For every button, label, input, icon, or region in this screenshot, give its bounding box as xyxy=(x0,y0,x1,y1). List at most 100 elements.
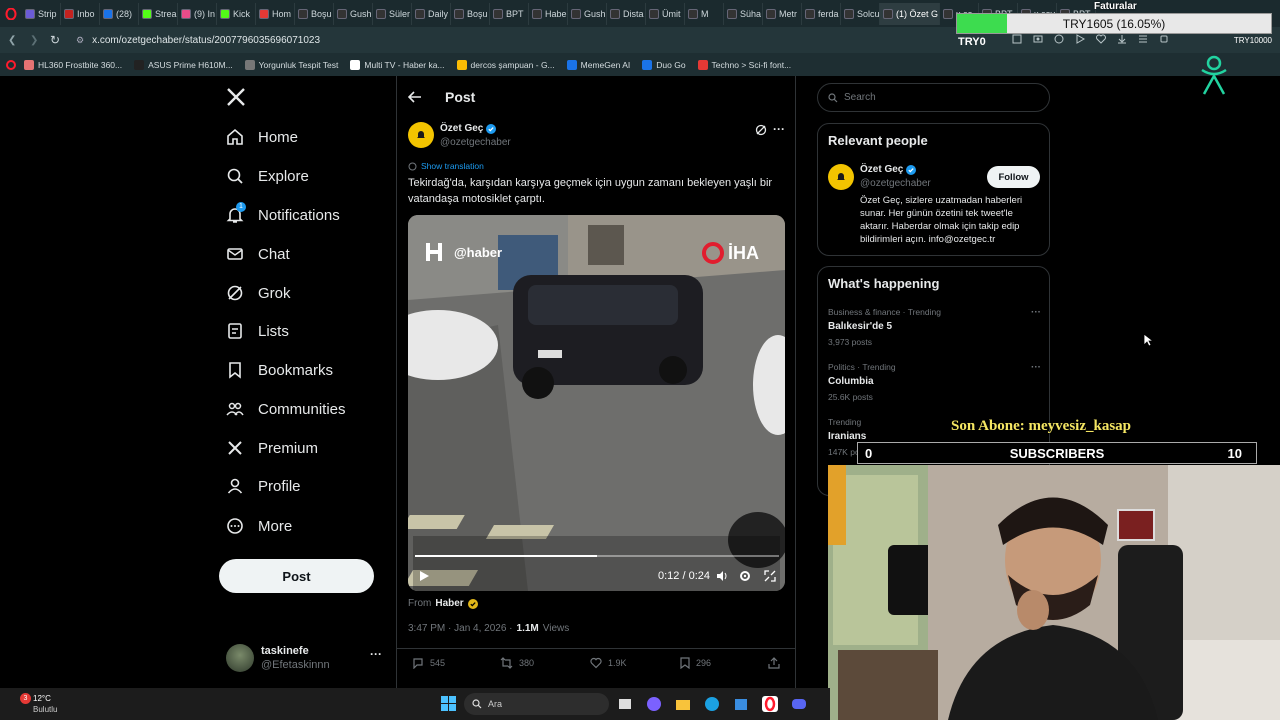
x-logo-icon[interactable] xyxy=(226,87,246,107)
nav-item-notifications[interactable]: 1 Notifications xyxy=(226,200,340,230)
browser-tab[interactable]: Strea xyxy=(139,2,178,25)
browser-tab[interactable]: Metr xyxy=(763,2,802,25)
start-windows-icon[interactable] xyxy=(441,696,456,711)
task-view-icon[interactable] xyxy=(617,696,633,712)
back-arrow-icon[interactable] xyxy=(408,90,422,104)
reply-action[interactable]: 545 xyxy=(412,657,445,669)
browser-tab[interactable]: Daily xyxy=(412,2,451,25)
edge-icon[interactable] xyxy=(704,696,720,712)
tweet-timestamp[interactable]: 3:47 PM · Jan 4, 2026 · xyxy=(408,623,513,634)
copilot-icon[interactable] xyxy=(646,696,662,712)
sub-label: SUBSCRIBERS xyxy=(1009,446,1105,461)
video-progress-track[interactable] xyxy=(415,555,779,557)
browser-tab[interactable]: Strip xyxy=(22,2,61,25)
browser-tab[interactable]: ferda xyxy=(802,2,841,25)
bookmark-item[interactable]: ASUS Prime H610M... xyxy=(128,59,239,70)
play-button-icon[interactable] xyxy=(418,570,430,582)
tweet-author-avatar[interactable] xyxy=(408,122,434,148)
browser-tab[interactable]: Gush xyxy=(568,2,607,25)
nav-item-more[interactable]: More xyxy=(226,511,292,541)
opera-taskbar-icon[interactable] xyxy=(762,696,778,712)
bookmark-item[interactable]: Duo Go xyxy=(636,59,691,70)
trend-more-icon[interactable]: ··· xyxy=(1031,307,1041,318)
trend-item[interactable]: Politics · Trending Columbia 25.6K posts ··… xyxy=(828,362,1043,407)
nav-item-chat[interactable]: Chat xyxy=(226,239,290,269)
show-translation[interactable]: Show translation xyxy=(408,161,484,171)
trend-item[interactable]: Business & finance · Trending Balıkesir'd… xyxy=(828,307,1043,352)
browser-tab[interactable]: Habe xyxy=(529,2,568,25)
bookmark-item[interactable]: HL360 Frostbite 360... xyxy=(18,59,128,70)
repost-action[interactable]: 380 xyxy=(500,657,534,669)
nav-item-bookmarks[interactable]: Bookmarks xyxy=(226,355,333,385)
person-name[interactable]: Özet Geç xyxy=(860,164,917,175)
nav-label: Communities xyxy=(258,400,346,418)
browser-tab[interactable]: Boşu xyxy=(451,2,490,25)
post-button[interactable]: Post xyxy=(219,559,374,593)
follow-button[interactable]: Follow xyxy=(987,166,1040,188)
nav-item-lists[interactable]: Lists xyxy=(226,316,289,346)
last-subscriber-text: Son Abone: meyvesiz_kasap xyxy=(951,418,1132,434)
back-icon[interactable]: ❮ xyxy=(8,35,16,46)
discord-icon[interactable] xyxy=(791,696,807,712)
tab-favicon-icon xyxy=(103,8,113,19)
weather-widget[interactable]: 3 12°C Bulutlu xyxy=(8,691,78,717)
browser-tab[interactable]: (9) In xyxy=(178,2,217,25)
browser-tab[interactable]: Dista xyxy=(607,2,646,25)
search-box[interactable]: Search xyxy=(817,83,1050,112)
video-time: 0:12 / 0:24 xyxy=(658,570,710,582)
bookmark-item[interactable]: dercos şampuan - G... xyxy=(451,59,561,70)
url-field[interactable]: ⚙ x.com/ozetgechaber/status/200779603569… xyxy=(76,30,976,50)
nav-item-grok[interactable]: Grok xyxy=(226,278,291,308)
file-explorer-icon[interactable] xyxy=(675,696,691,712)
nav-item-explore[interactable]: Explore xyxy=(226,161,309,191)
bookmark-item[interactable]: Yorgunluk Tespit Test xyxy=(239,59,345,70)
bookmark-label: Duo Go xyxy=(656,59,686,70)
browser-tab[interactable]: (28) xyxy=(100,2,139,25)
settings-gear-icon[interactable] xyxy=(739,570,751,582)
bell-icon xyxy=(837,173,845,180)
account-more-icon[interactable]: ··· xyxy=(370,647,382,661)
bookmark-action[interactable]: 296 xyxy=(680,657,711,669)
browser-tab[interactable]: Boşu xyxy=(295,2,334,25)
browser-tab[interactable]: Süha xyxy=(724,2,763,25)
browser-tab[interactable]: BPT xyxy=(490,2,529,25)
tweet-more-icon[interactable]: ··· xyxy=(773,122,785,136)
browser-tab[interactable]: Hom xyxy=(256,2,295,25)
account-switcher[interactable]: taskinefe @Efetaskinnn ··· xyxy=(226,642,386,676)
share-icon[interactable] xyxy=(768,657,780,669)
browser-tab[interactable]: Solcu xyxy=(841,2,880,25)
browser-tab[interactable]: Ümit xyxy=(646,2,685,25)
browser-tab[interactable]: (1) Özet G xyxy=(880,2,940,25)
fullscreen-icon[interactable] xyxy=(764,570,776,582)
opera-logo-icon[interactable] xyxy=(0,3,22,25)
browser-tab[interactable]: M xyxy=(685,2,724,25)
grok-icon[interactable] xyxy=(755,124,767,136)
reload-icon[interactable]: ↻ xyxy=(50,33,60,47)
bookmark-item[interactable]: Multi TV - Haber ka... xyxy=(344,59,450,70)
volume-icon[interactable] xyxy=(716,570,728,582)
store-icon[interactable] xyxy=(733,696,749,712)
nav-item-premium[interactable]: Premium xyxy=(226,433,318,463)
from-source-link[interactable]: Haber xyxy=(435,598,463,609)
browser-tab[interactable]: Inbo xyxy=(61,2,100,25)
bookmark-opera-icon[interactable] xyxy=(6,59,16,70)
taskbar-search[interactable]: Ara xyxy=(464,693,609,715)
browser-tab[interactable]: Süler xyxy=(373,2,412,25)
tweet-author-handle[interactable]: @ozetgechaber xyxy=(440,137,511,148)
tweet-video[interactable]: @haber İHA 0:12 / 0:24 xyxy=(408,215,785,591)
tab-title: Ümit xyxy=(662,8,681,19)
nav-item-communities[interactable]: Communities xyxy=(226,394,346,424)
nav-item-profile[interactable]: Profile xyxy=(226,471,301,501)
browser-tab[interactable]: Kick xyxy=(217,2,256,25)
bookmark-item[interactable]: Techno > Sci-fi font... xyxy=(692,59,798,70)
forward-icon[interactable]: ❯ xyxy=(30,35,38,46)
person-avatar[interactable] xyxy=(828,164,854,190)
nav-item-home[interactable]: Home xyxy=(226,122,298,152)
site-info-icon[interactable]: ⚙ xyxy=(76,35,84,46)
like-action[interactable]: 1.9K xyxy=(590,657,627,669)
tab-title: Gush xyxy=(584,8,606,19)
tweet-author-name[interactable]: Özet Geç xyxy=(440,123,497,134)
trend-more-icon[interactable]: ··· xyxy=(1031,362,1041,373)
browser-tab[interactable]: Gush xyxy=(334,2,373,25)
bookmark-item[interactable]: MemeGen AI xyxy=(561,59,637,70)
